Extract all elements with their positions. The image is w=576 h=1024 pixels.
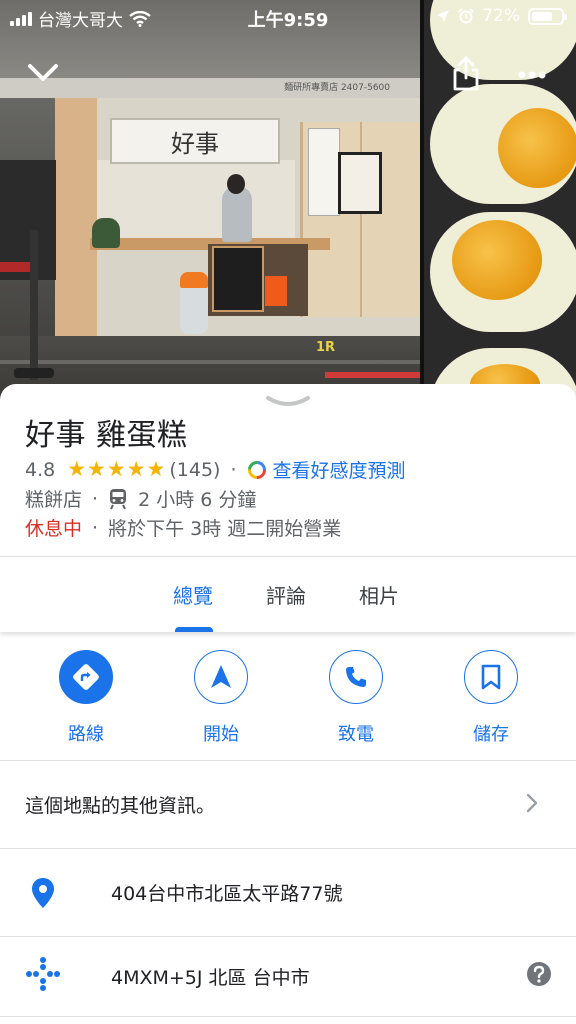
star-icon: ★	[106, 457, 126, 481]
plus-code-icon	[26, 957, 60, 991]
collapse-button[interactable]	[22, 56, 64, 90]
tab-photos[interactable]: 相片	[359, 580, 399, 609]
awning-text: 麵研所專賣店 2407-5600	[284, 83, 390, 93]
more-info-row[interactable]: 這個地點的其他資訊。	[0, 761, 576, 849]
chevron-down-icon	[28, 64, 58, 81]
directions-label: 路線	[68, 724, 104, 745]
review-count[interactable]: (145)	[169, 459, 220, 481]
open-status: 休息中	[25, 518, 83, 540]
place-category: 糕餅店	[25, 489, 83, 511]
star-icon: ★	[67, 457, 87, 481]
directions-button[interactable]: 路線	[31, 650, 141, 754]
location-arrow-icon	[437, 10, 450, 22]
directions-icon	[73, 664, 99, 690]
hours-note: 將於下午 3時 週二開始營業	[108, 518, 342, 540]
star-icon: ★	[146, 457, 166, 481]
tab-indicator	[175, 627, 213, 632]
shop-sign: 好事	[110, 118, 280, 164]
share-button[interactable]	[446, 54, 486, 94]
tab-bar: 總覽 評論 相片	[0, 558, 576, 632]
star-icon: ★	[126, 457, 146, 481]
separator: ·	[92, 487, 99, 510]
bookmark-icon	[481, 664, 501, 690]
plus-code-text: 4MXM+5J 北區 台中市	[111, 967, 310, 989]
call-label: 致電	[338, 724, 374, 745]
hours-row[interactable]: 休息中 · 將於下午 3時 週二開始營業	[25, 514, 341, 541]
save-button[interactable]: 儲存	[436, 650, 546, 754]
rating-value: 4.8	[25, 458, 56, 481]
plus-code-row[interactable]: 4MXM+5J 北區 台中市	[0, 937, 576, 1024]
save-label: 儲存	[473, 724, 509, 745]
tab-overview[interactable]: 總覽	[173, 580, 213, 609]
star-rating: ★ ★ ★ ★ ★	[67, 459, 165, 480]
help-icon[interactable]	[526, 961, 552, 987]
place-title: 好事 雞蛋糕	[25, 418, 188, 453]
address-text: 404台中市北區太平路77號	[111, 883, 343, 905]
share-icon	[453, 56, 479, 91]
tab-reviews[interactable]: 評論	[266, 580, 306, 609]
navigation-arrow-icon	[211, 665, 231, 688]
battery-icon	[528, 7, 567, 25]
sheet-handle[interactable]	[264, 392, 312, 410]
divider	[0, 556, 576, 557]
address-row[interactable]: 404台中市北區太平路77號	[0, 849, 576, 937]
place-sheet: 好事 雞蛋糕 4.8 ★ ★ ★ ★ ★ (145) · 查看好感度預測 糕餅店 · 2…	[0, 384, 576, 1024]
star-icon: ★	[87, 457, 106, 481]
train-icon	[110, 488, 127, 509]
chevron-right-icon	[526, 793, 538, 813]
battery-fill	[532, 11, 553, 21]
phone-icon	[346, 667, 366, 687]
transit-time: 2 小時 6 分鐘	[138, 489, 257, 511]
vibe-prediction-link[interactable]: 查看好感度預測	[273, 456, 406, 483]
shop-sign-text: 好事	[171, 129, 219, 158]
photo-carousel[interactable]: 麵研所專賣店 2407-5600 好事 1R 台灣大哥大 上午9:59 72%	[0, 0, 576, 400]
alarm-icon	[458, 8, 474, 24]
separator: ·	[92, 516, 99, 539]
more-info-text: 這個地點的其他資訊。	[25, 795, 216, 817]
divider	[0, 1016, 576, 1017]
action-bar: 路線 開始 致電 儲存	[0, 646, 576, 760]
google-icon	[247, 460, 266, 479]
chevron-down-icon	[266, 396, 310, 406]
separator: ·	[230, 458, 237, 481]
floor-mark: 1R	[316, 340, 336, 355]
more-horizontal-icon	[518, 71, 546, 79]
start-button[interactable]: 開始	[166, 650, 276, 754]
call-button[interactable]: 致電	[301, 650, 411, 754]
status-bar: 台灣大哥大 上午9:59 72%	[0, 0, 576, 34]
start-label: 開始	[203, 724, 239, 745]
more-options-button[interactable]	[510, 60, 554, 90]
location-pin-icon	[32, 878, 54, 908]
rating-row: 4.8 ★ ★ ★ ★ ★ (145) · 查看好感度預測	[25, 456, 406, 483]
battery-percent: 72%	[482, 6, 520, 26]
category-row: 糕餅店 · 2 小時 6 分鐘	[25, 485, 256, 512]
